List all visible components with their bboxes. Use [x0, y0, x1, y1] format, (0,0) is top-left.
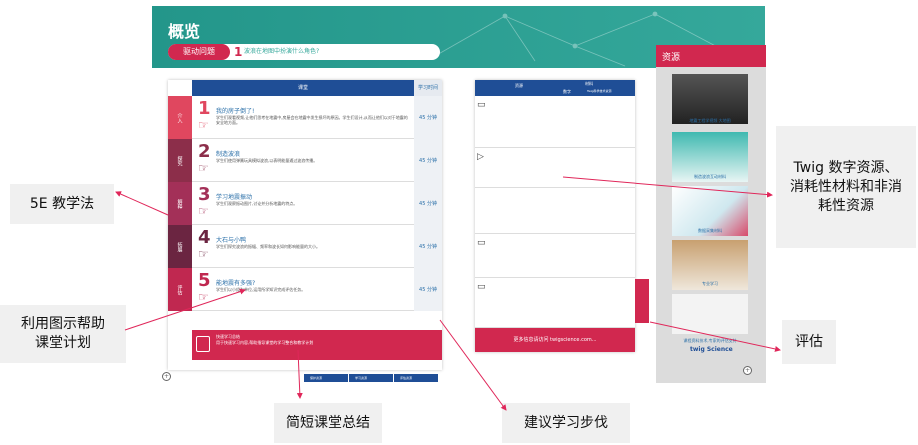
- annotation-arrows: [115, 176, 781, 411]
- overview-page: 概览 驱动问题 1 波浪在地图中扮演什么角色? 课堂 学习时间 介入 1 ☞ 我的房子…: [0, 0, 918, 445]
